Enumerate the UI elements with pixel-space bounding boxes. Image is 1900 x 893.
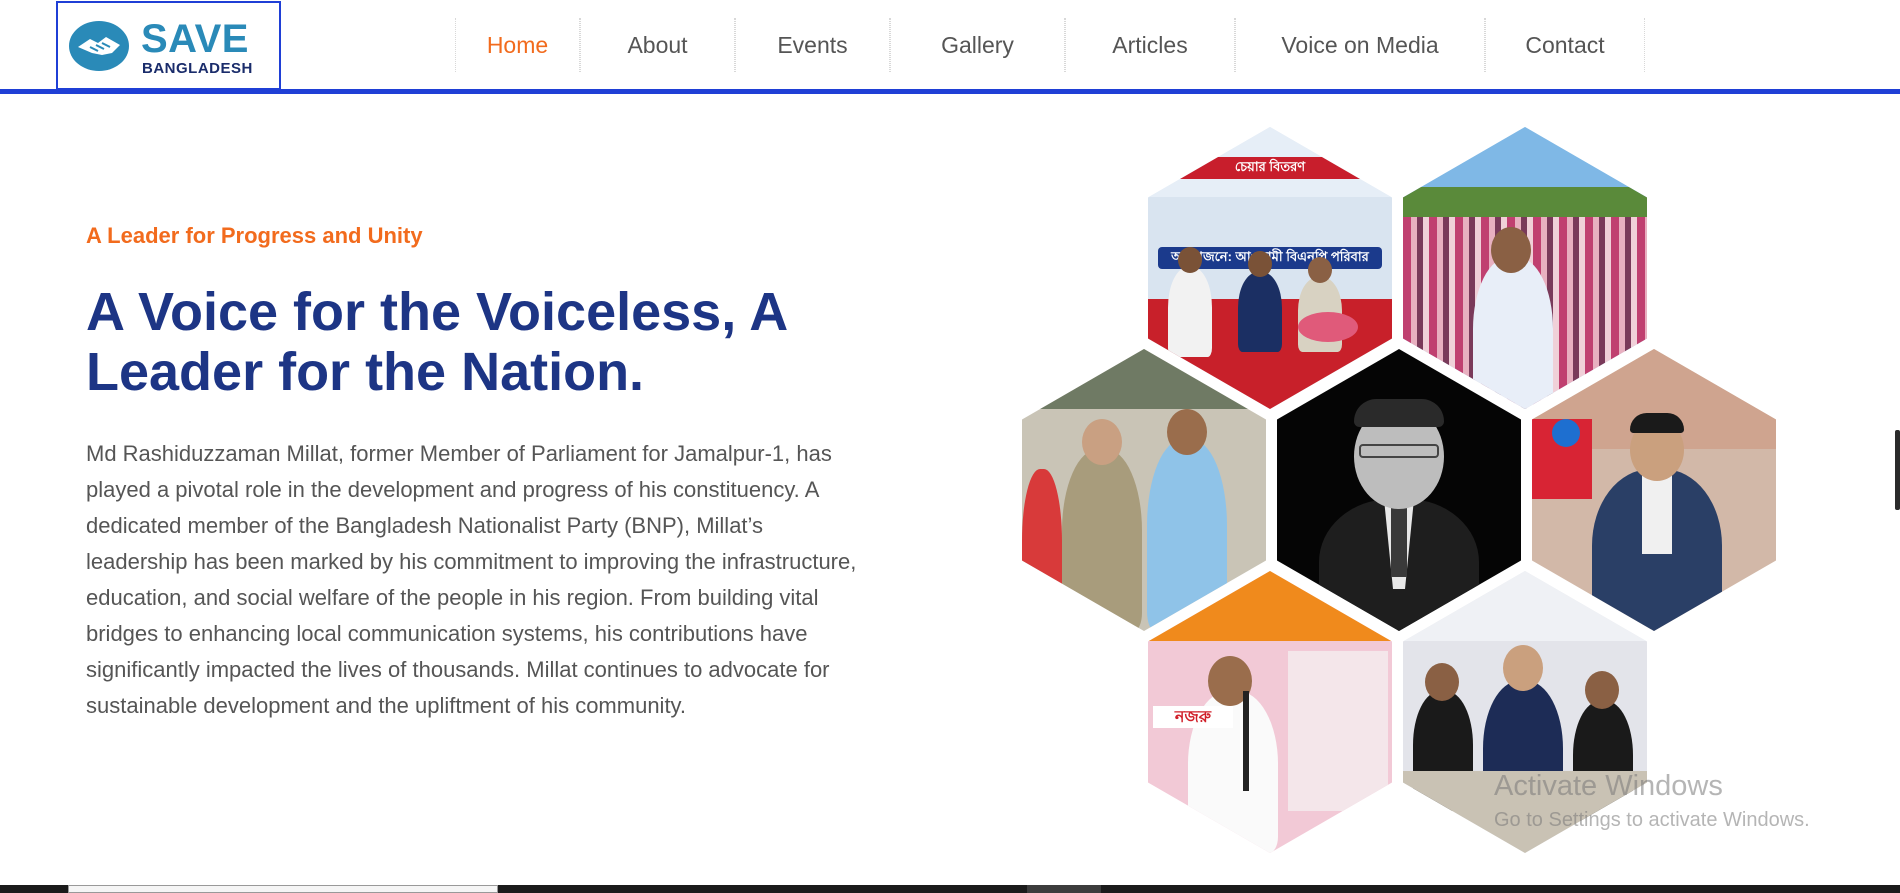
scrollbar-thumb[interactable]: [1895, 430, 1900, 510]
site-header: SAVE BANGLADESH Home About Events Galler…: [0, 0, 1900, 94]
photo-stage-event[interactable]: চেয়ার বিতরণ আয়োজনে: আওয়ামী বিএনপি পরি…: [1148, 127, 1392, 409]
taskbar-app-tab[interactable]: [1027, 885, 1101, 893]
nav-events[interactable]: Events: [735, 18, 890, 72]
photo-media-studio[interactable]: [1532, 349, 1776, 631]
main-nav: Home About Events Gallery Articles Voice…: [455, 18, 1645, 72]
windows-activation-watermark: Activate Windows Go to Settings to activ…: [1494, 770, 1810, 832]
nav-gallery[interactable]: Gallery: [890, 18, 1065, 72]
hero-tagline: A Leader for Progress and Unity: [86, 223, 423, 248]
photo-speech[interactable]: নজরু: [1148, 571, 1392, 853]
photo-street-walk[interactable]: [1022, 349, 1266, 631]
logo-title: SAVE: [141, 17, 249, 61]
watermark-title: Activate Windows: [1494, 770, 1723, 802]
logo-subtitle: BANGLADESH: [142, 60, 253, 77]
nav-home[interactable]: Home: [455, 18, 580, 72]
photo-collage: চেয়ার বিতরণ আয়োজনে: আওয়ামী বিএনপি পরি…: [1020, 125, 1780, 855]
site-logo[interactable]: SAVE BANGLADESH: [56, 1, 281, 90]
watermark-subtitle: Go to Settings to activate Windows.: [1494, 809, 1810, 831]
hero-headline: A Voice for the Voiceless, A Leader for …: [86, 282, 787, 402]
nav-contact[interactable]: Contact: [1485, 18, 1645, 72]
nav-voice-on-media[interactable]: Voice on Media: [1235, 18, 1485, 72]
nav-about[interactable]: About: [580, 18, 735, 72]
taskbar-search-box[interactable]: [68, 885, 498, 893]
photo-rally-crowd[interactable]: [1403, 127, 1647, 409]
photo-portrait[interactable]: [1277, 349, 1521, 631]
hero-bio: Md Rashiduzzaman Millat, former Member o…: [86, 441, 857, 718]
handshake-icon: [69, 21, 129, 71]
nav-articles[interactable]: Articles: [1065, 18, 1235, 72]
